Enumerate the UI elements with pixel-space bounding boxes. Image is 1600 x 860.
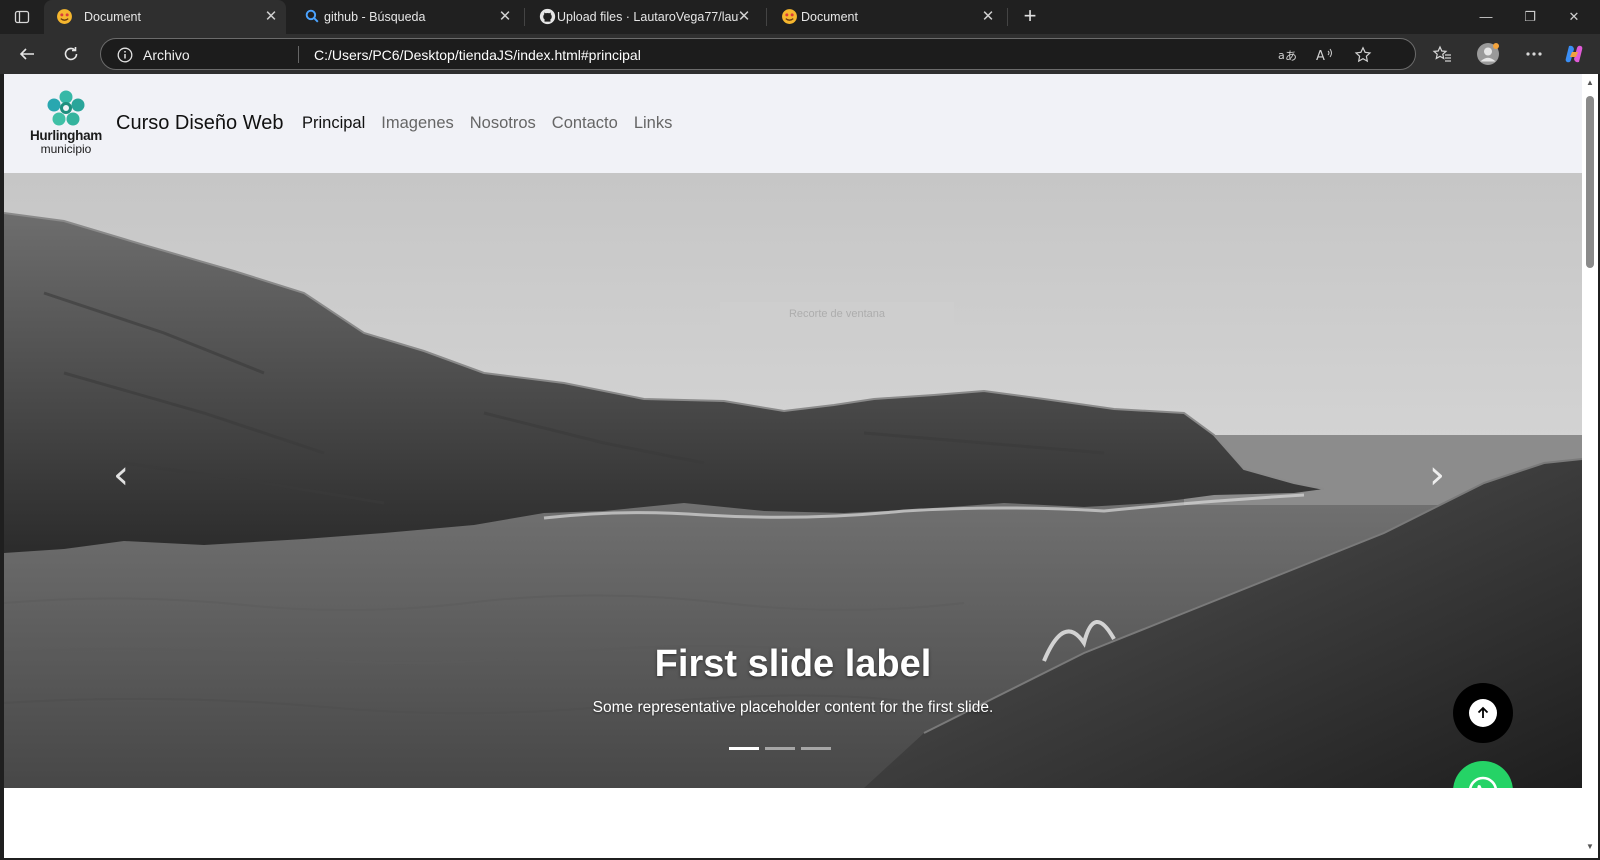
carousel-next-icon[interactable]: › (1422, 455, 1452, 495)
reload-icon[interactable] (58, 41, 84, 67)
slide-caption-title: First slide label (654, 643, 932, 685)
nav-link-nosotros[interactable]: Nosotros (470, 114, 536, 133)
profile-avatar[interactable] (1476, 42, 1500, 66)
logo-subtitle: municipio (40, 142, 92, 156)
arrow-up-icon (1469, 699, 1497, 727)
tab-title: Upload files · LautaroVega77/lautaro (557, 10, 739, 24)
restore-icon[interactable]: ❐ (1516, 6, 1544, 28)
nav-link-principal[interactable]: Principal (302, 114, 365, 133)
browser-tab-bar: Document ✕ github - Búsqueda ✕ Upload fi… (0, 0, 1600, 34)
brand-link[interactable]: Curso Diseño Web (116, 112, 283, 135)
tab-title: github - Búsqueda (324, 10, 426, 24)
favorites-icon[interactable] (1430, 42, 1454, 66)
tab-document-1[interactable]: Document ✕ (44, 0, 286, 34)
tab-upload-files[interactable]: Upload files · LautaroVega77/lautaro ✕ (527, 0, 763, 34)
new-tab-plus-icon[interactable]: + (1018, 5, 1042, 29)
url-text[interactable]: C:/Users/PC6/Desktop/tiendaJS/index.html… (314, 47, 641, 63)
close-tab-icon[interactable]: ✕ (496, 8, 514, 26)
page-viewport: Hurlingham municipio Curso Diseño Web Pr… (4, 74, 1582, 858)
translate-icon[interactable]: aあ (1277, 45, 1297, 65)
minimize-icon[interactable]: — (1472, 6, 1500, 28)
tab-title: Document (84, 10, 141, 24)
browser-toolbar: Archivo C:/Users/PC6/Desktop/tiendaJS/in… (0, 34, 1600, 74)
carousel-indicator-3[interactable] (801, 747, 831, 750)
close-tab-icon[interactable]: ✕ (262, 8, 280, 26)
svg-text:a: a (1278, 49, 1285, 62)
svg-text:A: A (1316, 49, 1325, 63)
scroll-up-arrow-icon[interactable]: ▲ (1586, 78, 1594, 87)
carousel-indicator-2[interactable] (765, 747, 795, 750)
copilot-icon[interactable] (1562, 42, 1586, 66)
tab-document-2[interactable]: Document ✕ (769, 0, 1005, 34)
tab-github-search[interactable]: github - Búsqueda ✕ (292, 0, 522, 34)
tab-separator (766, 8, 767, 26)
file-scheme-label: Archivo (143, 47, 190, 63)
smiling-face-favicon (57, 9, 72, 24)
hero-carousel: Recorte de ventana ‹ › First slide label… (4, 173, 1582, 788)
close-tab-icon[interactable]: ✕ (979, 8, 997, 26)
scroll-to-top-button[interactable] (1453, 683, 1513, 743)
logo-title: Hurlingham (29, 128, 102, 143)
site-info-icon[interactable] (117, 47, 133, 63)
address-bar[interactable]: Archivo C:/Users/PC6/Desktop/tiendaJS/in… (100, 38, 1416, 70)
carousel-indicator-1[interactable] (729, 747, 759, 750)
nav-links: Principal Imagenes Nosotros Contacto Lin… (302, 114, 672, 133)
search-favicon (305, 9, 319, 23)
svg-text:あ: あ (1285, 49, 1296, 63)
back-arrow-icon[interactable] (14, 41, 40, 67)
nav-link-contacto[interactable]: Contacto (552, 114, 618, 133)
scroll-down-arrow-icon[interactable]: ▼ (1586, 842, 1594, 851)
close-tab-icon[interactable]: ✕ (735, 8, 753, 26)
read-aloud-icon[interactable]: A (1315, 45, 1335, 65)
address-divider (298, 46, 299, 63)
whatsapp-icon (1469, 776, 1497, 788)
flower-logo-icon (47, 90, 85, 126)
site-navbar: Hurlingham municipio Curso Diseño Web Pr… (4, 74, 1582, 173)
tab-title: Document (801, 10, 858, 24)
carousel-prev-icon[interactable]: ‹ (106, 455, 136, 495)
hurlingham-logo[interactable]: Hurlingham municipio (28, 90, 108, 162)
tab-separator (1007, 8, 1008, 26)
scrollbar-thumb[interactable] (1586, 96, 1594, 268)
tab-actions-icon[interactable] (12, 7, 32, 27)
smiling-face-favicon (782, 9, 797, 24)
nav-link-links[interactable]: Links (634, 114, 673, 133)
nav-link-imagenes[interactable]: Imagenes (381, 114, 453, 133)
carousel-indicators (729, 747, 831, 750)
window-close-icon[interactable]: ✕ (1560, 6, 1588, 28)
more-menu-icon[interactable] (1522, 42, 1546, 66)
slide-caption-text: Some representative placeholder content … (592, 699, 994, 716)
snipping-tooltip: Recorte de ventana (720, 302, 954, 326)
coastline-slide-image (4, 173, 1582, 788)
favorite-star-icon[interactable] (1353, 45, 1373, 65)
github-favicon (539, 8, 556, 25)
tab-separator (524, 8, 525, 26)
page-scrollbar[interactable]: ▲ ▼ (1582, 74, 1598, 858)
